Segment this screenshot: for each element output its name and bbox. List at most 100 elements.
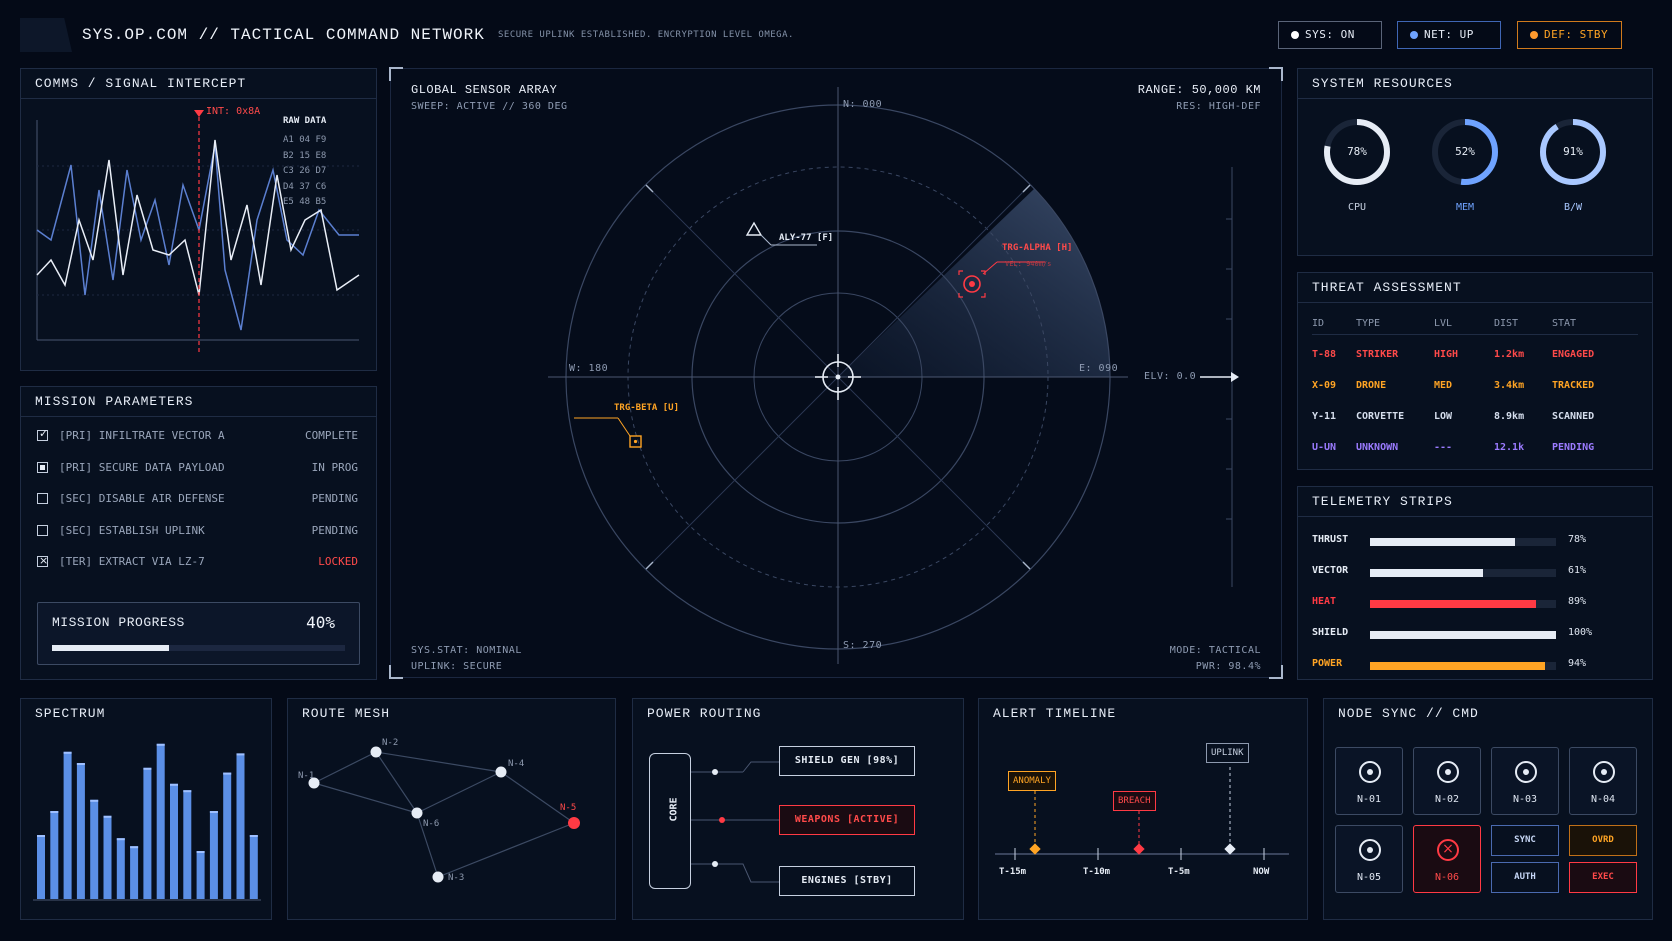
sync-button[interactable]: SYNC: [1491, 825, 1559, 856]
table-cell: ---: [1434, 442, 1453, 453]
table-cell: TRACKED: [1552, 380, 1595, 391]
execute-button[interactable]: EXEC: [1569, 862, 1637, 893]
power-title: POWER ROUTING: [647, 706, 762, 721]
spectrum-bar: [90, 799, 99, 899]
threat-header: ID: [1312, 318, 1325, 329]
status-def[interactable]: DEF: STBY: [1517, 21, 1622, 49]
tick-label: NOW: [1253, 867, 1270, 877]
spectrum-bar: [37, 835, 45, 899]
node-04-button[interactable]: N-04: [1569, 747, 1637, 815]
tick-label: T-5m: [1168, 867, 1190, 877]
mission-item[interactable]: × [TER] EXTRACT VIA LZ-7 LOCKED: [37, 553, 358, 573]
node-label: N-05: [1356, 872, 1382, 883]
spectrum-bar: [130, 846, 139, 899]
spectrum-bar: [50, 811, 59, 899]
elevation-arrow-icon: [1231, 372, 1239, 382]
weapons-button[interactable]: WEAPONS [ACTIVE]: [779, 805, 915, 835]
node-label: N-01: [1356, 794, 1382, 805]
spectrum-bar: [196, 851, 205, 899]
raw-data-list: A1 04 F9 B2 15 E8 C3 26 D7 D4 37 C6 E5 4…: [283, 133, 326, 211]
raw-line: D4 37 C6: [283, 181, 327, 192]
node-03-button[interactable]: N-03: [1491, 747, 1559, 815]
alert-breach[interactable]: BREACH: [1113, 791, 1156, 811]
spectrum-bar: [223, 772, 232, 899]
telemetry-name: SHIELD: [1312, 627, 1349, 638]
spectrum-bar-cap: [50, 811, 59, 813]
gauge-mem: 52% MEM: [1425, 112, 1505, 222]
mission-item[interactable]: [PRI] SECURE DATA PAYLOAD IN PROG: [37, 459, 358, 479]
mission-item-label: [SEC] DISABLE AIR DEFENSE: [59, 492, 225, 505]
status-sys[interactable]: SYS: ON: [1278, 21, 1382, 49]
telemetry-name: HEAT: [1312, 596, 1337, 607]
spectrum-bar: [183, 790, 192, 899]
table-row[interactable]: Y-11 CORVETTE LOW 8.9km SCANNED: [1298, 411, 1652, 427]
shield-gen-button[interactable]: SHIELD GEN [98%]: [779, 746, 915, 776]
mesh-node: [432, 871, 444, 883]
override-button[interactable]: OVRD: [1569, 825, 1637, 856]
table-cell: STRIKER: [1356, 349, 1399, 360]
threat-header: STAT: [1552, 318, 1577, 329]
mission-item[interactable]: [SEC] ESTABLISH UPLINK PENDING: [37, 522, 358, 542]
gauge-value: 91%: [1563, 145, 1583, 158]
spectrum-bar-cap: [183, 790, 192, 793]
spectrum-bar: [170, 783, 178, 899]
telemetry-track: [1370, 538, 1556, 546]
mesh-panel: ROUTE MESH N-1 N-2 N-4 N-5 N-6 N-3: [287, 698, 616, 920]
table-cell: Y-11: [1312, 411, 1337, 422]
auth-button[interactable]: AUTH: [1491, 862, 1559, 893]
spectrum-panel: SPECTRUM: [20, 698, 272, 920]
mission-item[interactable]: ✓ [PRI] INFILTRATE VECTOR A COMPLETE: [37, 427, 358, 447]
mission-progress-card: MISSION PROGRESS 40%: [37, 602, 360, 665]
raw-line: B2 15 E8: [283, 150, 327, 161]
raw-line: C3 26 D7: [283, 166, 327, 176]
radar-west: W: 180: [569, 363, 609, 374]
top-bar: SYS.OP.COM // TACTICAL COMMAND NETWORK S…: [20, 18, 1652, 52]
checkbox-icon[interactable]: [37, 493, 48, 504]
mission-item[interactable]: [SEC] DISABLE AIR DEFENSE PENDING: [37, 490, 358, 510]
telemetry-row: VECTOR 61%: [1312, 565, 1642, 579]
mission-item-status: IN PROG: [311, 460, 358, 474]
spectrum-bar-cap: [76, 763, 85, 765]
node-01-button[interactable]: N-01: [1335, 747, 1403, 815]
tick-label: T-15m: [999, 867, 1027, 877]
alert-anomaly[interactable]: ANOMALY: [1008, 771, 1056, 791]
hostile-velocity: VEL: 940m/s: [1005, 260, 1052, 268]
telemetry-track: [1370, 569, 1556, 577]
table-row[interactable]: T-88 STRIKER HIGH 1.2km ENGAGED: [1298, 349, 1652, 365]
table-row[interactable]: U-UN UNKNOWN --- 12.1k PENDING: [1298, 442, 1652, 458]
node-06-button[interactable]: × N-06: [1413, 825, 1481, 893]
mesh-graph: [308, 746, 580, 883]
telemetry-fill: [1370, 662, 1545, 670]
checkbox-icon[interactable]: ✓: [37, 427, 48, 441]
checkbox-icon[interactable]: ×: [37, 554, 48, 567]
checkbox-icon[interactable]: [37, 524, 48, 536]
core-label: CORE: [668, 797, 680, 822]
spectrum-chart: [33, 743, 261, 901]
mission-item-label: [TER] EXTRACT VIA LZ-7: [59, 555, 205, 568]
spectrum-bar-cap: [196, 851, 205, 853]
node-02-button[interactable]: N-02: [1413, 747, 1481, 815]
alert-uplink[interactable]: UPLINK: [1206, 743, 1249, 763]
unknown-label[interactable]: TRG-BETA [U]: [614, 403, 679, 413]
hostile-label[interactable]: TRG-ALPHA [H]: [1002, 243, 1072, 253]
checkbox-icon[interactable]: [37, 461, 48, 473]
spectrum-bar: [76, 763, 85, 899]
radar-elevation: ELV: 0.0: [1144, 371, 1197, 382]
table-row[interactable]: X-09 DRONE MED 3.4km TRACKED: [1298, 380, 1652, 396]
spectrum-bar-cap: [170, 783, 178, 786]
friendly-label[interactable]: ALY-77 [F]: [779, 233, 833, 243]
table-cell: U-UN: [1312, 442, 1337, 453]
friendly-contact-icon: [745, 221, 763, 236]
engines-button[interactable]: ENGINES [STBY]: [779, 866, 915, 896]
radar-mode: MODE: TACTICAL: [1169, 645, 1261, 656]
core-block[interactable]: CORE: [649, 753, 691, 889]
table-cell: UNKNOWN: [1356, 442, 1399, 453]
status-net[interactable]: NET: UP: [1397, 21, 1501, 49]
gauge-label: CPU: [1347, 202, 1367, 213]
telemetry-row: POWER 94%: [1312, 658, 1642, 672]
node-05-button[interactable]: N-05: [1335, 825, 1403, 893]
spectrum-bar: [63, 751, 72, 899]
gauge-value: 78%: [1347, 145, 1367, 158]
spectrum-bar-cap: [236, 753, 245, 756]
telemetry-fill: [1370, 600, 1536, 608]
